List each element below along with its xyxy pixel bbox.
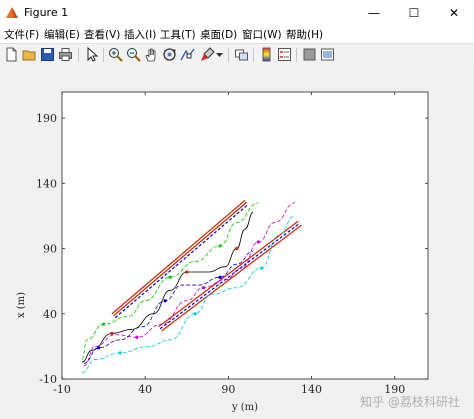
legend-icon[interactable] xyxy=(277,47,292,62)
toolbar-separator xyxy=(296,48,297,62)
trajectory-marker-2-1 xyxy=(163,299,167,303)
matlab-figure-icon xyxy=(6,7,18,18)
pan-hand-icon[interactable] xyxy=(144,47,159,62)
rotate-3d-icon[interactable] xyxy=(162,47,177,62)
trajectory-marker-0-1 xyxy=(168,275,172,279)
trajectory-marker-3-1 xyxy=(193,312,197,316)
plot-axes[interactable]: -10 40 90 140 190-104090140190 y (m) x (m) xyxy=(0,66,474,419)
trajectory-marker-1-1 xyxy=(201,286,206,290)
y-tick-label: 90 xyxy=(43,243,57,256)
maximize-button[interactable]: ☐ xyxy=(394,0,434,25)
data-cursor-icon[interactable] xyxy=(180,47,195,62)
menu-tools[interactable]: 工具(T) xyxy=(160,27,196,42)
x-axis-label: y (m) xyxy=(231,402,258,413)
x-tick-label: 140 xyxy=(301,383,322,396)
figure-canvas: -10 40 90 140 190 -10 40 90 140 190 y (m) x (m) xyxy=(0,66,474,419)
figure-toolbar xyxy=(0,43,474,67)
trajectory-marker-0-2 xyxy=(218,244,222,248)
toolbar-separator xyxy=(103,48,104,62)
trajectory-marker-0-0 xyxy=(101,322,106,326)
trajectory-marker-3-2 xyxy=(260,266,264,270)
trajectory-marker-4-0 xyxy=(110,331,114,335)
y-tick-label: 190 xyxy=(36,112,57,125)
title-bar: Figure 1 — ☐ ✕ xyxy=(0,0,474,26)
y-axis-label: x (m) xyxy=(16,292,27,318)
y-tick-label: -10 xyxy=(39,373,57,386)
open-folder-icon[interactable] xyxy=(22,47,37,62)
save-icon[interactable] xyxy=(40,47,55,62)
show-plot-tools-icon[interactable] xyxy=(320,47,335,62)
close-button[interactable]: ✕ xyxy=(434,0,474,25)
watermark-text: 知乎 @荔枝科研社 xyxy=(360,395,460,409)
trajectory-marker-4-2 xyxy=(235,246,239,251)
trajectory-marker-3-0 xyxy=(118,351,122,355)
trajectory-marker-1-2 xyxy=(256,240,260,244)
menu-view[interactable]: 查看(V) xyxy=(84,27,120,42)
y-tick-label: 140 xyxy=(36,177,57,190)
toolbar-separator xyxy=(78,48,79,62)
new-figure-icon[interactable] xyxy=(4,47,19,62)
brush-dropdown-icon[interactable] xyxy=(215,47,224,62)
menu-file[interactable]: 文件(F) xyxy=(4,27,39,42)
toolbar-separator xyxy=(253,48,254,62)
menu-window[interactable]: 窗口(W) xyxy=(242,27,282,42)
pointer-icon[interactable] xyxy=(84,47,99,62)
x-tick-label: 40 xyxy=(138,383,152,396)
window-title: Figure 1 xyxy=(24,6,69,19)
x-tick-label: 90 xyxy=(221,383,235,396)
menu-edit[interactable]: 编辑(E) xyxy=(44,27,80,42)
toolbar-separator xyxy=(228,48,229,62)
link-plot-icon[interactable] xyxy=(234,47,249,62)
axes-box xyxy=(61,91,429,380)
y-tick-label: 40 xyxy=(43,308,57,321)
menu-help[interactable]: 帮助(H) xyxy=(286,27,323,42)
menu-desktop[interactable]: 桌面(D) xyxy=(200,27,237,42)
zoom-out-icon[interactable] xyxy=(126,47,141,62)
trajectory-marker-4-1 xyxy=(185,270,189,274)
zoom-in-icon[interactable] xyxy=(108,47,123,62)
brush-icon[interactable] xyxy=(200,47,215,62)
menu-bar: 文件(F) 编辑(E) 查看(V) 插入(I) 工具(T) 桌面(D) 窗口(W… xyxy=(0,25,474,43)
menu-insert[interactable]: 插入(I) xyxy=(124,27,156,42)
minimize-button[interactable]: — xyxy=(354,0,394,25)
hide-plot-tools-icon[interactable] xyxy=(302,47,317,62)
print-icon[interactable] xyxy=(58,47,73,62)
trajectory-marker-2-2 xyxy=(218,275,222,279)
trajectory-marker-1-0 xyxy=(135,335,139,339)
trajectory-marker-2-0 xyxy=(97,346,101,350)
colorbar-icon[interactable] xyxy=(259,47,274,62)
